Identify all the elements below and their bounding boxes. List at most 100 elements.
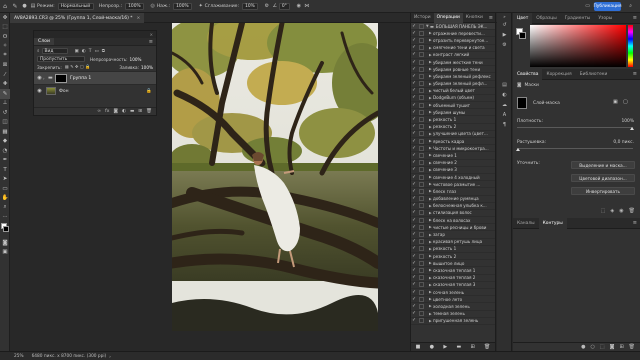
fill-path-icon[interactable]: ● (581, 344, 585, 350)
quick-select-tool-icon[interactable]: ✧ (0, 42, 10, 52)
dialog-toggle-box[interactable] (419, 88, 424, 94)
libraries-panel-icon[interactable]: ☁ (497, 100, 512, 110)
feather-slider-track[interactable] (517, 148, 633, 149)
panel-menu-icon[interactable]: ≡ (149, 39, 153, 45)
dodge-tool-icon[interactable]: ◔ (0, 146, 10, 156)
action-toggle-check-icon[interactable]: ✓ (411, 225, 417, 230)
action-toggle-check-icon[interactable]: ✓ (411, 239, 417, 244)
dialog-toggle-box[interactable] (419, 81, 424, 87)
angle-input[interactable]: 0° (278, 2, 290, 10)
action-row[interactable]: ✓ ▶ улучшение цвета (цвет... (411, 131, 495, 138)
dialog-toggle-box[interactable] (419, 296, 424, 302)
density-value[interactable]: 100% (621, 119, 634, 124)
action-toggle-check-icon[interactable]: ✓ (411, 31, 417, 36)
select-and-mask-button[interactable]: Выделение и маска... (571, 161, 635, 169)
action-toggle-check-icon[interactable]: ✓ (411, 218, 417, 223)
filter-smart-icon[interactable]: ⧉ (102, 48, 105, 54)
dialog-toggle-box[interactable] (419, 66, 424, 72)
type-tool-icon[interactable]: T (0, 165, 10, 175)
marquee-tool-icon[interactable]: ⬚ (0, 23, 10, 33)
layer-row-group[interactable]: ◉ › ▬ Группа 1 (34, 71, 156, 84)
add-mask-icon[interactable]: ◙ (113, 109, 117, 114)
delete-layer-icon[interactable]: 🗑 (146, 109, 152, 114)
tab-adjustments[interactable]: Коррекция (542, 69, 575, 80)
layer-row-background[interactable]: ◉ Фон 🔒 (34, 84, 156, 97)
history-brush-tool-icon[interactable]: ↺ (0, 108, 10, 118)
hand-tool-icon[interactable]: ✋ (0, 194, 10, 204)
action-toggle-check-icon[interactable]: ✓ (411, 117, 417, 122)
action-toggle-check-icon[interactable]: ✓ (411, 131, 417, 136)
dialog-toggle-box[interactable] (419, 45, 424, 51)
tab-libraries[interactable]: Библиотеки (576, 69, 612, 80)
search-icon[interactable]: ⌕ (629, 3, 632, 9)
frame-tool-icon[interactable]: ⊠ (0, 61, 10, 71)
dialog-toggle-box[interactable] (419, 318, 424, 324)
action-row[interactable]: ✓ ▶ свечение 3 (411, 167, 495, 174)
tab-buttons[interactable]: Кнопки (463, 13, 486, 23)
dialog-toggle-box[interactable] (419, 160, 424, 166)
adjustments-panel-icon[interactable]: ◐ (497, 90, 512, 100)
dialog-toggle-box[interactable] (419, 246, 424, 252)
brush-settings-icon[interactable]: ▤ (29, 3, 37, 9)
action-row[interactable]: ✓ ▶ сочная зелень (411, 289, 495, 297)
action-row[interactable]: ✓ ▶ свечение 2 (411, 160, 495, 167)
filter-pixel-icon[interactable]: ▣ (75, 49, 79, 54)
hue-slider[interactable] (628, 25, 633, 67)
tab-gradients[interactable]: Градиенты (561, 13, 595, 24)
action-toggle-check-icon[interactable]: ✓ (411, 124, 417, 129)
feather-slider-handle[interactable] (516, 148, 520, 151)
dialog-toggle-box[interactable] (419, 239, 424, 245)
stroke-path-icon[interactable]: ○ (590, 344, 594, 350)
tab-properties[interactable]: Свойства (513, 68, 543, 80)
dialog-toggle-box[interactable] (419, 30, 424, 36)
action-row[interactable]: ✓ ▶ отражение перевести... (411, 30, 495, 38)
dialog-toggle-box[interactable] (419, 217, 424, 223)
dialog-toggle-box[interactable] (419, 131, 424, 137)
mode-select[interactable]: Нормальный (57, 2, 94, 10)
feather-value[interactable]: 0,0 пикс. (613, 140, 634, 145)
dialog-toggle-box[interactable] (419, 152, 424, 158)
action-toggle-check-icon[interactable]: ✓ (411, 45, 417, 50)
layer-name[interactable]: Группа 1 (70, 76, 91, 81)
select-vector-mask-icon[interactable]: ▢ (623, 99, 628, 105)
dialog-toggle-box[interactable] (419, 138, 424, 144)
action-toggle-check-icon[interactable]: ✓ (411, 182, 417, 187)
history-panel-icon[interactable]: ↺ (497, 20, 512, 30)
path-select-tool-icon[interactable]: ➤ (0, 175, 10, 185)
tab-layers[interactable]: Слои (34, 38, 54, 45)
action-row[interactable]: ✓ ▶ белоснежная улыбка к... (411, 203, 495, 210)
panel-close-icon[interactable]: × (150, 32, 153, 37)
filter-type-icon[interactable]: T (89, 49, 92, 54)
healing-tool-icon[interactable]: ✚ (0, 80, 10, 90)
document-tab[interactable]: AV8A2893.CR3 @ 25% (Группа 1, Слой-маска… (10, 13, 145, 23)
apply-mask-icon[interactable]: ◈ (610, 208, 614, 214)
dialog-toggle-box[interactable] (419, 52, 424, 58)
action-row[interactable]: ✓ ▶ убираем зеленый рефлекс (411, 73, 495, 81)
properties-panel-icon[interactable]: ▤ (497, 80, 512, 90)
action-toggle-check-icon[interactable]: ✓ (411, 60, 417, 65)
action-toggle-check-icon[interactable]: ✓ (411, 88, 417, 93)
dialog-toggle-box[interactable] (419, 95, 424, 101)
play-icon[interactable]: ▶ (443, 344, 447, 350)
filter-adjust-icon[interactable]: ◐ (82, 49, 86, 54)
stamp-tool-icon[interactable]: ⊥ (0, 99, 10, 109)
action-row[interactable]: ✓ ▶ резкость 2 (411, 253, 495, 261)
smoothing-settings-icon[interactable]: ⚙ (263, 3, 271, 9)
action-row[interactable]: ✓ ▶ DodgeBurn (объем) (411, 95, 495, 103)
action-row[interactable]: ✓ ▶ объемный тушит (411, 102, 495, 110)
layers-panel-titlebar[interactable]: × (34, 31, 156, 38)
brush-tool-icon[interactable]: ✎ (10, 3, 20, 10)
character-panel-icon[interactable]: A (497, 110, 512, 120)
dialog-toggle-box[interactable] (419, 210, 424, 216)
lasso-tool-icon[interactable]: ʘ (0, 32, 10, 42)
action-toggle-check-icon[interactable]: ✓ (411, 275, 417, 280)
eraser-tool-icon[interactable]: ◫ (0, 118, 10, 128)
layer-filter-select[interactable]: Вид (41, 48, 68, 54)
action-row[interactable]: ✓ ▶ добавление румянца (411, 196, 495, 203)
zoom-level[interactable]: 25% (14, 354, 24, 359)
action-row[interactable]: ✓ ▶ вышитое лицо (411, 260, 495, 268)
brush-preset-icon[interactable]: ● (20, 3, 29, 9)
action-toggle-check-icon[interactable]: ✓ (411, 254, 417, 259)
action-row[interactable]: ✓ ▶ убираем жесткие тени (411, 59, 495, 67)
dialog-toggle-box[interactable] (419, 59, 424, 65)
